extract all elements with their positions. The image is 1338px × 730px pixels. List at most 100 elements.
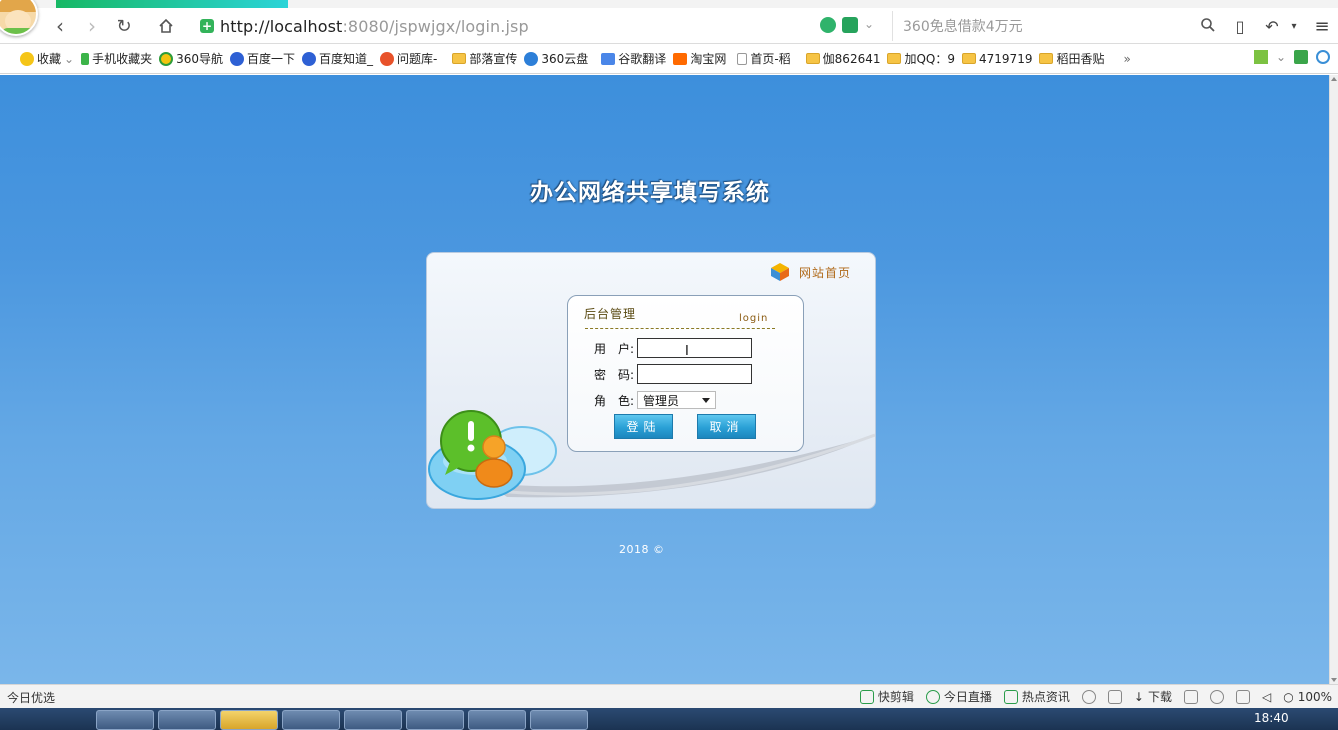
- back-icon[interactable]: ‹: [48, 14, 72, 38]
- menu-icon[interactable]: ≡: [1312, 16, 1332, 37]
- login-button[interactable]: 登陆: [614, 414, 673, 439]
- search-input[interactable]: 360免息借款4万元: [892, 11, 1222, 41]
- bookmark-item[interactable]: 手机收藏夹: [81, 50, 152, 67]
- form-heading: 后台管理: [584, 307, 637, 321]
- site-home-link[interactable]: 网站首页: [770, 262, 851, 282]
- bookmark-item[interactable]: 百度知道_: [302, 50, 373, 67]
- bookmarks-bar: 收藏 ⌄ 手机收藏夹 360导航 百度一下 百度知道_ 问题库- 部落宣传 360…: [0, 44, 1338, 74]
- undo-icon[interactable]: ↶: [1262, 16, 1282, 36]
- bookmark-label: 淘宝网: [690, 52, 727, 66]
- role-select[interactable]: 管理员: [637, 391, 716, 409]
- search-icon[interactable]: [1200, 17, 1216, 33]
- taskbar-app[interactable]: [282, 710, 340, 730]
- secure-shield-icon: +: [200, 19, 214, 33]
- status-item-label: 快剪辑: [877, 690, 914, 704]
- bookmark-item[interactable]: 谷歌翻译: [601, 50, 666, 67]
- role-selected-value: 管理员: [643, 393, 680, 408]
- home-icon[interactable]: [154, 14, 178, 38]
- os-taskbar: 18:40: [0, 708, 1338, 730]
- zoom-icon[interactable]: [1316, 50, 1330, 64]
- status-sound[interactable]: ◁: [1262, 690, 1271, 704]
- cloud-icon: [524, 51, 539, 66]
- bookmark-item[interactable]: 加QQ：9: [887, 50, 955, 67]
- status-speed[interactable]: [1081, 689, 1096, 704]
- bookmark-item[interactable]: 问题库-: [380, 50, 437, 67]
- translate-icon: [601, 52, 616, 65]
- status-today-picks[interactable]: 今日优选: [7, 689, 55, 706]
- bookmark-label: 百度一下: [247, 52, 296, 66]
- status-ie[interactable]: [1209, 689, 1224, 704]
- bookmarks-more-button[interactable]: »: [1123, 52, 1130, 66]
- cancel-button[interactable]: 取消: [697, 414, 756, 439]
- bookmark-item[interactable]: 稻田香贴: [1039, 50, 1104, 67]
- bookmark-label: 问题库-: [397, 52, 438, 66]
- page-icon: [737, 52, 748, 65]
- pin-icon: [1107, 689, 1122, 704]
- page-title: 办公网络共享填写系统: [530, 179, 770, 206]
- folder-icon: [962, 53, 977, 64]
- chevron-down-icon[interactable]: ⌄: [864, 17, 874, 33]
- taskbar-app[interactable]: [406, 710, 464, 730]
- reader-icon[interactable]: [1294, 50, 1308, 64]
- leaf-icon[interactable]: [842, 17, 858, 33]
- bookmark-item[interactable]: 伽862641: [805, 50, 881, 67]
- cube-icon: [771, 263, 789, 281]
- bookmark-label: 谷歌翻译: [618, 52, 667, 66]
- forward-icon[interactable]: ›: [80, 14, 104, 38]
- bookmark-item[interactable]: 4719719: [962, 52, 1032, 66]
- status-flag[interactable]: [1183, 689, 1198, 704]
- zoom-level: 100%: [1297, 689, 1332, 704]
- status-window[interactable]: [1235, 689, 1250, 704]
- bookmark-item[interactable]: 首页-稻: [737, 50, 791, 67]
- scroll-down-icon[interactable]: [1331, 678, 1337, 682]
- status-item-news[interactable]: 热点资讯: [1003, 688, 1070, 705]
- bookmark-item[interactable]: 360云盘: [524, 50, 588, 67]
- refresh-icon[interactable]: ↻: [112, 14, 136, 38]
- status-zoom[interactable]: ○ 100%: [1283, 690, 1332, 704]
- taskbar-app[interactable]: [96, 710, 154, 730]
- news-icon: [1003, 689, 1018, 704]
- undo-menu-icon[interactable]: ▾: [1284, 16, 1304, 36]
- username-field[interactable]: [637, 338, 752, 358]
- taobao-icon: [673, 52, 688, 65]
- bookmark-item[interactable]: 淘宝网: [673, 50, 726, 67]
- flag-icon: [1183, 689, 1198, 704]
- username-label: 用 户:: [594, 341, 635, 356]
- chevron-down-icon[interactable]: ⌄: [1276, 50, 1286, 64]
- star-icon: [20, 51, 34, 66]
- status-pin[interactable]: [1107, 689, 1122, 704]
- status-item-live[interactable]: 今日直播: [925, 688, 992, 705]
- mobile-icon[interactable]: ▯: [1230, 16, 1250, 36]
- taskbar-clock[interactable]: 18:40: [1254, 711, 1289, 725]
- taskbar-app[interactable]: [344, 710, 402, 730]
- taskbar-app[interactable]: [530, 710, 588, 730]
- nav360-icon: [159, 51, 174, 66]
- status-item-download[interactable]: ↓ 下载: [1134, 688, 1172, 705]
- text-cursor-icon: I: [685, 344, 689, 359]
- scroll-up-icon[interactable]: [1331, 77, 1337, 81]
- active-tab[interactable]: [56, 0, 288, 8]
- bookmark-label: 360导航: [176, 52, 223, 66]
- speedup-icon[interactable]: [820, 17, 836, 33]
- url-field[interactable]: + http://localhost:8080/jspwjgx/login.js…: [192, 11, 892, 41]
- bookmark-label: 伽862641: [822, 52, 881, 66]
- taskbar-app[interactable]: [220, 710, 278, 730]
- speed-icon: [1081, 689, 1096, 704]
- bookmark-item[interactable]: 收藏 ⌄: [20, 50, 74, 67]
- bookmark-tools: ⌄: [1253, 50, 1330, 64]
- apps-icon[interactable]: [1253, 50, 1268, 64]
- user-avatar[interactable]: [0, 0, 38, 36]
- url-host: http://localhost: [220, 16, 343, 36]
- bookmark-item[interactable]: 360导航: [159, 50, 223, 67]
- password-field[interactable]: [637, 364, 752, 384]
- status-item-clip[interactable]: 快剪辑: [859, 688, 914, 705]
- taskbar-app[interactable]: [468, 710, 526, 730]
- bookmark-label: 手机收藏夹: [92, 52, 153, 66]
- vertical-scrollbar[interactable]: [1329, 75, 1338, 684]
- zoom-icon: ○: [1283, 689, 1294, 704]
- home-link-label: 网站首页: [799, 265, 852, 280]
- url-text: http://localhost:8080/jspwjgx/login.jsp: [220, 17, 529, 36]
- taskbar-app[interactable]: [158, 710, 216, 730]
- bookmark-item[interactable]: 部落宣传: [452, 50, 517, 67]
- bookmark-item[interactable]: 百度一下: [230, 50, 295, 67]
